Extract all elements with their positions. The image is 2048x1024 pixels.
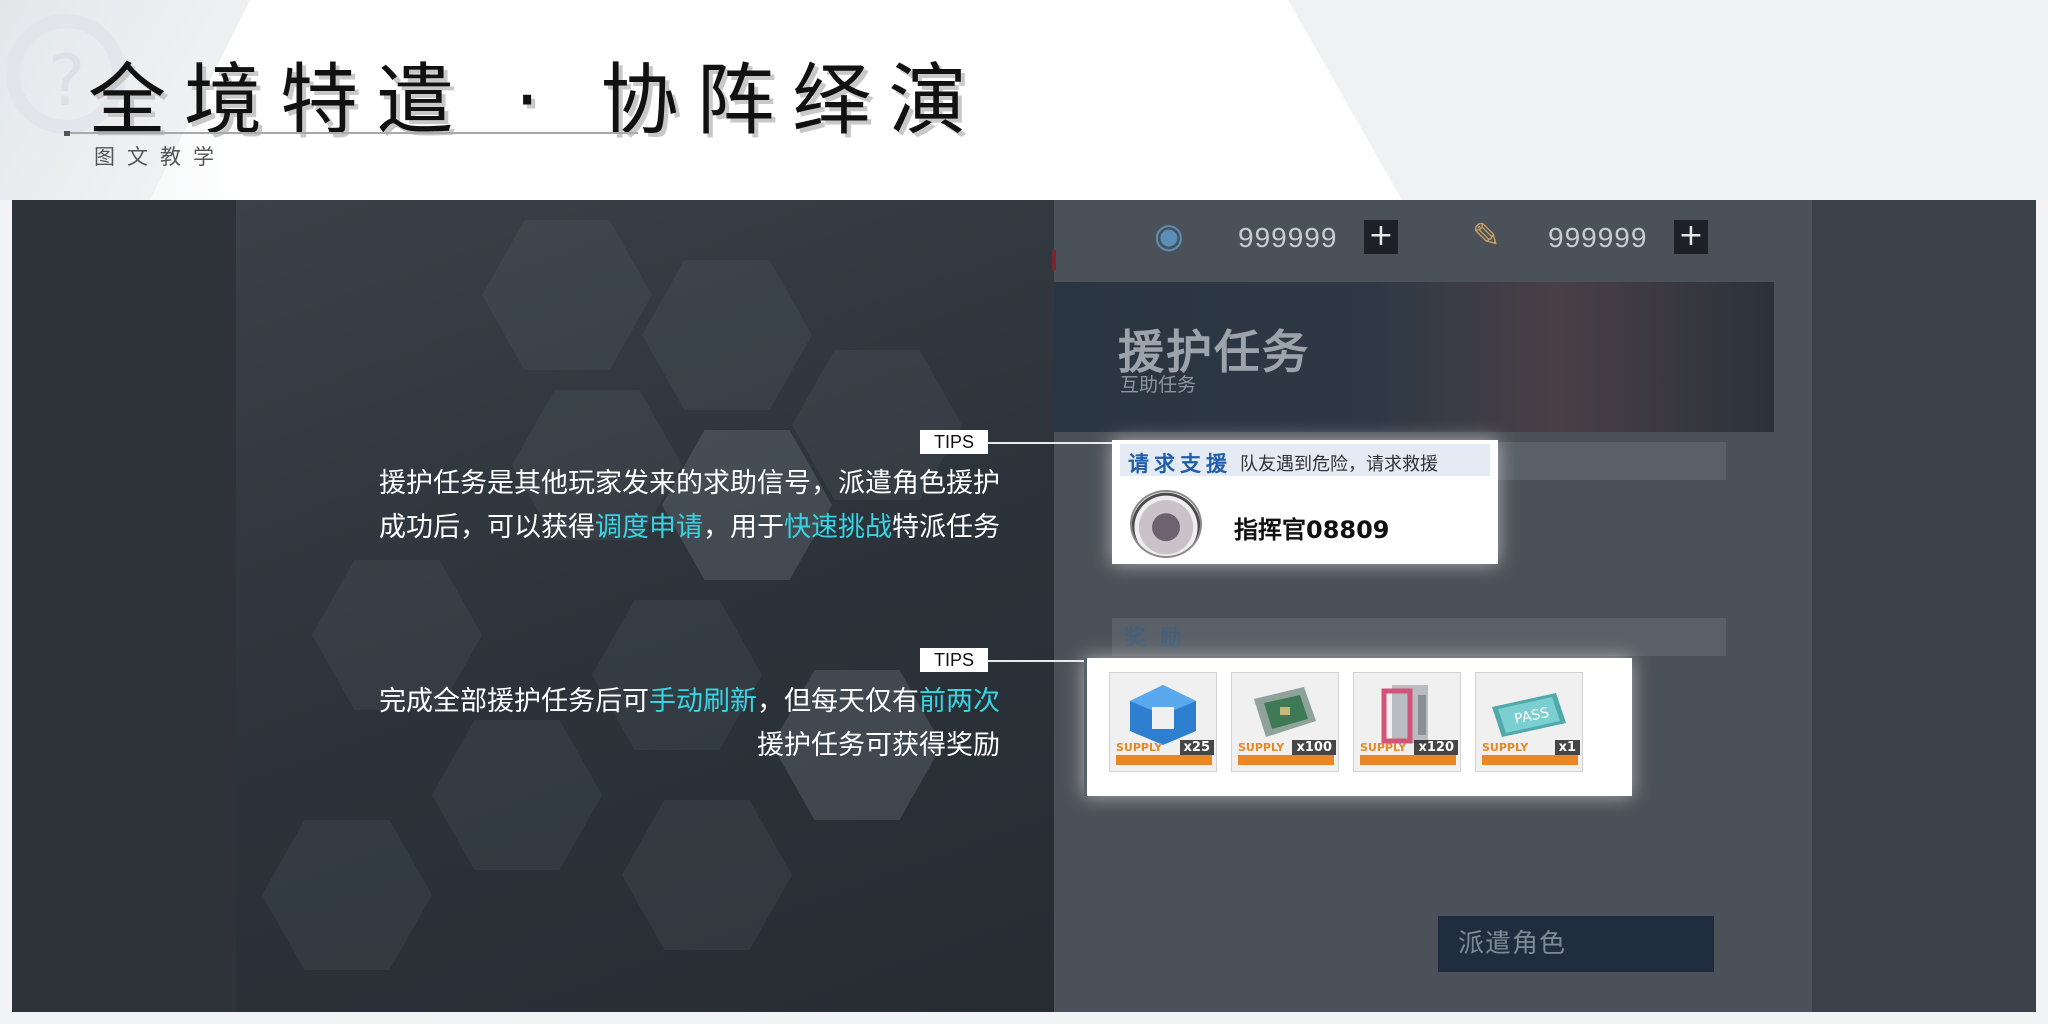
reward-tag: SUPPLY [1116, 741, 1163, 754]
player-name: 指挥官08809 [1234, 516, 1390, 544]
cube-icon: ◉ [1154, 217, 1184, 255]
secondary-currency-value: 999999 [1548, 222, 1648, 253]
tips-highlight: 前两次 [919, 686, 1000, 717]
tips-label: TIPS [920, 430, 988, 454]
reward-item[interactable]: SUPPLY x120 [1353, 672, 1461, 772]
header: ? 全境特遣 · 协阵绎演 图文教学 [0, 0, 2048, 200]
reward-count: x1 [1554, 740, 1580, 755]
add-secondary-currency-button[interactable]: + [1674, 220, 1708, 254]
game-screenshot: ◉ 999999 + ✎ 999999 + 援护任务 互助任务 奖 励 派遣角色… [12, 200, 2036, 1012]
reward-count: x120 [1414, 740, 1458, 755]
tips-connector [988, 442, 1112, 444]
star-bar [1360, 755, 1456, 765]
tips-label: TIPS [920, 648, 988, 672]
reward-tag: SUPPLY [1360, 741, 1407, 754]
star-bar [1238, 755, 1334, 765]
tips-1-line-2: 成功后，可以获得调度申请，用于快速挑战特派任务 [379, 506, 1000, 550]
avatar [1130, 490, 1202, 558]
request-label: 请求支援 [1128, 452, 1232, 476]
star-bar [1116, 755, 1212, 765]
primary-currency-value: 999999 [1238, 222, 1338, 253]
right-margin [1812, 200, 2036, 1012]
tips-2-line-1: 完成全部援护任务后可手动刷新，但每天仅有前两次 [379, 680, 1000, 724]
reward-list: SUPPLY x25 SUPPLY x100 SUPPLY x120 PASS … [1084, 658, 1632, 796]
logo-question-icon: ? [48, 40, 86, 122]
reward-item[interactable]: SUPPLY x25 [1109, 672, 1217, 772]
support-request-card[interactable]: 请求支援 队友遇到危险，请求救援 指挥官08809 [1112, 440, 1498, 564]
header-decoration-right [1288, 0, 2048, 200]
star-bar [1482, 755, 1578, 765]
pen-icon: ✎ [1472, 217, 1501, 255]
blue-cube-icon [1130, 685, 1196, 745]
tips-text-span: 特派任务 [892, 512, 1000, 543]
left-margin [12, 200, 236, 1012]
tips-highlight: 快速挑战 [784, 512, 892, 543]
tips-highlight: 调度申请 [595, 512, 703, 543]
tips-text-2: 完成全部援护任务后可手动刷新，但每天仅有前两次 援护任务可获得奖励 [379, 680, 1000, 768]
mission-subtitle: 互助任务 [1120, 375, 1197, 396]
tips-text-span: 完成全部援护任务后可 [379, 686, 649, 717]
reward-tag: SUPPLY [1238, 741, 1285, 754]
pink-frame-icon [1381, 685, 1428, 744]
title-divider [66, 132, 638, 134]
currency-bar: ◉ 999999 + ✎ 999999 + [1054, 200, 1814, 276]
tips-1-line-1: 援护任务是其他玩家发来的求助信号，派遣角色援护 [379, 468, 1000, 499]
pass-card-icon: PASS [1492, 693, 1566, 737]
reward-item[interactable]: SUPPLY x100 [1231, 672, 1339, 772]
page-subtitle: 图文教学 [94, 146, 226, 169]
reward-heading-background [1112, 618, 1726, 656]
request-message: 队友遇到危险，请求救援 [1240, 454, 1438, 475]
tips-text-span: 成功后，可以获得 [379, 512, 595, 543]
tips-2-line-2: 援护任务可获得奖励 [757, 730, 1000, 761]
reward-tag: SUPPLY [1482, 741, 1529, 754]
dispatch-character-button[interactable]: 派遣角色 [1438, 916, 1714, 972]
circuit-board-icon [1254, 687, 1316, 737]
add-primary-currency-button[interactable]: + [1364, 220, 1398, 254]
reward-count: x25 [1179, 740, 1214, 755]
tips-connector [988, 660, 1086, 662]
tips-text-span: ，用于 [703, 512, 784, 543]
reward-heading: 奖 励 [1124, 626, 1185, 651]
reward-count: x100 [1292, 740, 1336, 755]
tips-text-span: ，但每天仅有 [757, 686, 919, 717]
tips-text-1: 援护任务是其他玩家发来的求助信号，派遣角色援护 成功后，可以获得调度申请，用于快… [379, 462, 1000, 550]
tips-highlight: 手动刷新 [649, 686, 757, 717]
reward-item[interactable]: PASS SUPPLY x1 [1475, 672, 1583, 772]
title-divider-marker [64, 131, 70, 136]
